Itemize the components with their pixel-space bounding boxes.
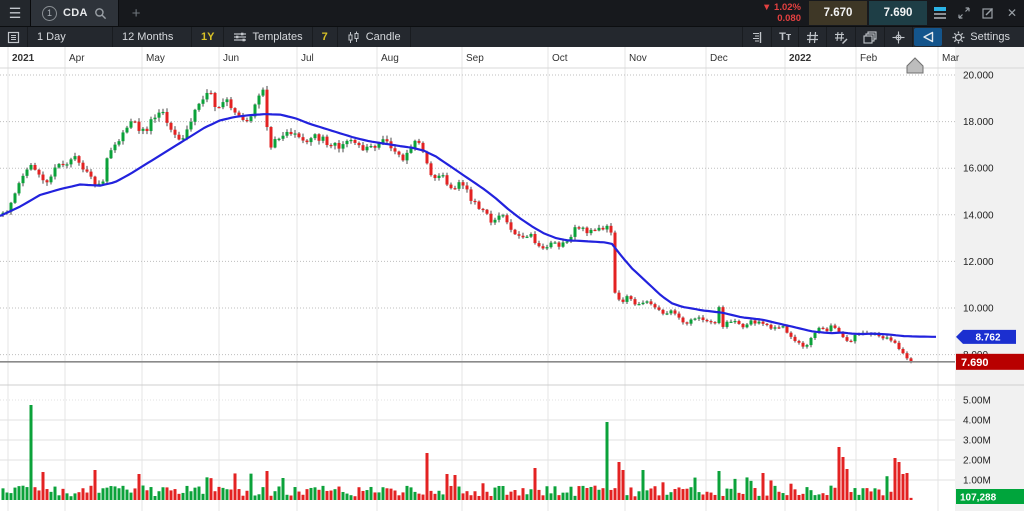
interval-label: 1 Day [37, 31, 66, 43]
hamburger-icon: ☰ [9, 5, 22, 22]
svg-text:Feb: Feb [860, 53, 878, 64]
svg-text:14.000: 14.000 [963, 210, 994, 221]
template-count-button[interactable]: 7 [313, 27, 338, 47]
range-preset-label: 1Y [201, 31, 214, 43]
templates-button[interactable]: Templates [224, 27, 312, 47]
settings-label: Settings [970, 31, 1010, 43]
svg-text:2.00M: 2.00M [963, 456, 991, 467]
svg-text:12.000: 12.000 [963, 257, 994, 268]
svg-text:3.00M: 3.00M [963, 436, 991, 447]
text-tool-button[interactable]: Tᴛ [772, 27, 799, 47]
plus-icon: + [132, 5, 141, 22]
svg-text:10.000: 10.000 [963, 304, 994, 315]
chart-panel: 2021 Apr May Jun Jul Aug Sep Oct Nov Dec 2022 Feb Ma… [0, 47, 1024, 511]
interval-select[interactable]: 1 Day [28, 27, 113, 47]
range-preset-button[interactable]: 1Y [192, 27, 224, 47]
svg-text:16.000: 16.000 [963, 164, 994, 175]
price-change: ▼ 1.02% 0.080 [755, 0, 808, 26]
crosshair-tool-button[interactable] [885, 27, 913, 47]
ask-price[interactable]: 7.690 [869, 1, 927, 25]
close-icon: ✕ [1007, 6, 1017, 20]
svg-text:Apr: Apr [69, 53, 85, 64]
svg-text:107,288: 107,288 [960, 493, 997, 504]
svg-text:18.000: 18.000 [963, 117, 994, 128]
settings-button[interactable]: Settings [943, 27, 1024, 47]
change-percent: ▼ 1.02% [762, 2, 801, 13]
sliders-icon [233, 31, 247, 43]
scale-tool-button[interactable] [743, 27, 772, 47]
pointer-tool-button[interactable] [914, 28, 942, 46]
gear-icon [952, 31, 965, 44]
crosshair-icon [892, 31, 905, 44]
template-count: 7 [322, 31, 328, 43]
chart-type-label: Candle [366, 31, 401, 43]
svg-text:Aug: Aug [381, 53, 399, 64]
svg-text:1.00M: 1.00M [963, 476, 991, 487]
chart-toolbar: 1 Day 12 Months 1Y Templates 7 Candle [0, 26, 1024, 47]
grid-toggle-button[interactable] [799, 27, 827, 47]
text-tool-icon: Tᴛ [779, 31, 791, 43]
change-absolute: 0.080 [777, 13, 801, 24]
search-icon[interactable] [94, 7, 107, 20]
svg-text:Jul: Jul [301, 53, 314, 64]
price-chart[interactable]: 2021 Apr May Jun Jul Aug Sep Oct Nov Dec 2022 Feb Ma… [0, 47, 1024, 511]
svg-text:May: May [146, 53, 165, 64]
range-select[interactable]: 12 Months [113, 27, 192, 47]
svg-text:7.690: 7.690 [961, 357, 989, 369]
cascade-icon [863, 31, 877, 44]
popout-edit-button[interactable] [976, 0, 1000, 26]
candle-icon [347, 31, 361, 44]
tab-number-badge: 1 [42, 6, 57, 21]
grid-icon [806, 31, 819, 44]
svg-text:Mar: Mar [942, 53, 960, 64]
svg-text:5.00M: 5.00M [963, 396, 991, 407]
hamburger-menu-button[interactable]: ☰ [0, 0, 31, 26]
svg-text:8.762: 8.762 [975, 332, 1000, 343]
symbol-tab[interactable]: 1 CDA [31, 0, 119, 26]
expand-icon [958, 7, 970, 19]
chart-list-button[interactable] [0, 27, 28, 47]
edit-window-icon [982, 7, 994, 19]
svg-text:Oct: Oct [552, 53, 568, 64]
svg-text:4.00M: 4.00M [963, 416, 991, 427]
quote-cluster: ▼ 1.02% 0.080 7.670 7.690 ✕ [755, 0, 1024, 26]
cascade-windows-button[interactable] [856, 27, 885, 47]
range-label: 12 Months [122, 31, 173, 43]
expand-window-button[interactable] [952, 0, 976, 26]
close-window-button[interactable]: ✕ [1000, 0, 1024, 26]
new-tab-button[interactable]: + [119, 0, 154, 26]
ruler-scale-icon [750, 31, 764, 44]
window-title-bar: ☰ 1 CDA + ▼ 1.02% 0.080 7.670 7.690 [0, 0, 1024, 26]
symbol-code: CDA [63, 7, 88, 19]
svg-text:2021: 2021 [12, 53, 35, 64]
templates-label: Templates [252, 31, 302, 43]
toolbar-spacer [411, 27, 744, 47]
svg-text:20.000: 20.000 [963, 71, 994, 82]
svg-text:Jun: Jun [223, 53, 239, 64]
grid-edit-button[interactable] [827, 27, 856, 47]
svg-text:2022: 2022 [789, 53, 812, 64]
bid-price[interactable]: 7.670 [809, 1, 867, 25]
grid-edit-icon [834, 31, 848, 44]
document-list-icon [7, 31, 20, 44]
chart-type-button[interactable]: Candle [338, 27, 411, 47]
panel-layout-button[interactable] [928, 0, 952, 26]
pointer-icon [921, 31, 935, 43]
svg-text:Sep: Sep [466, 53, 484, 64]
svg-text:Nov: Nov [629, 53, 647, 64]
svg-text:Dec: Dec [710, 53, 728, 64]
toolbar-right-tools: Tᴛ [743, 27, 1024, 47]
panel-layout-icon [934, 7, 946, 19]
